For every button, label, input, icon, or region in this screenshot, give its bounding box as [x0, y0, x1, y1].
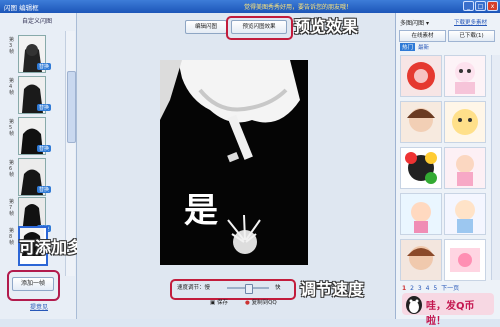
feedback-link[interactable]: 提意见: [30, 302, 48, 311]
replace-button[interactable]: 替换: [37, 186, 52, 193]
tab-preview[interactable]: 预览闪图效果: [231, 20, 287, 34]
material-grid: [400, 55, 494, 283]
speed-control: 速度调节：慢 快: [177, 283, 282, 294]
material-item[interactable]: [400, 101, 442, 143]
chevron-down-icon: ▾: [425, 20, 429, 27]
material-item[interactable]: [444, 239, 486, 281]
promo-banner[interactable]: 哇，发Q币啦！: [402, 293, 494, 327]
tab-online-label: 在线素材: [411, 33, 434, 39]
frame-thumb[interactable]: 第4帧 替换: [9, 76, 53, 114]
tab-preview-label: 预览闪图效果: [242, 24, 276, 30]
filter-new[interactable]: 最新: [418, 43, 429, 51]
material-scrollbar[interactable]: [491, 55, 500, 280]
material-item[interactable]: [400, 193, 442, 235]
next-page-link[interactable]: 下一页: [441, 285, 459, 292]
tab-edit-label: 编辑闪图: [194, 24, 217, 30]
promo-banner-text: 哇，发Q币啦！: [426, 301, 475, 327]
pager: 1 2 3 4 5 下一页: [402, 283, 461, 292]
copy-icon: ●: [245, 300, 250, 306]
material-item[interactable]: [444, 147, 486, 189]
callout-speed: 调节速度: [300, 280, 365, 299]
add-frame-label: 添加一帧: [20, 280, 45, 287]
material-item[interactable]: [400, 239, 442, 281]
frame-thumb[interactable]: 第5帧 替换: [9, 117, 53, 155]
filter-hot[interactable]: 热门: [400, 43, 416, 51]
category-dropdown[interactable]: 多图闪图 ▾: [400, 18, 429, 27]
save-label: 保存: [216, 300, 228, 306]
frame-panel-header: 自定义闪图: [22, 18, 53, 25]
page-1-link[interactable]: 1: [402, 285, 406, 292]
replace-button[interactable]: 替换: [37, 63, 52, 70]
window-controls: _ □ x: [463, 1, 498, 11]
minimize-button[interactable]: _: [463, 1, 474, 11]
speed-slider-knob[interactable]: [245, 284, 253, 294]
tab-online[interactable]: 在线素材: [399, 30, 446, 42]
copy-to-qq-button[interactable]: ● 复制到QQ: [245, 298, 277, 309]
tab-edit[interactable]: 编辑闪图: [185, 20, 227, 34]
frame-label: 第7帧: [9, 199, 15, 217]
close-button[interactable]: x: [487, 1, 498, 11]
material-item[interactable]: [444, 55, 486, 97]
title-bar: 闪图 编辑框 觉得美图秀秀好用，要告诉您的朋友哦！ _ □ x: [0, 0, 500, 13]
frame-thumb[interactable]: 第6帧 替换: [9, 158, 53, 196]
frame-thumb[interactable]: 第3帧 替换: [9, 35, 53, 73]
save-button[interactable]: ▣ 保存: [210, 298, 228, 309]
preview-canvas: 是: [160, 60, 308, 265]
material-item[interactable]: [400, 55, 442, 97]
frame-panel: 自定义闪图 第3帧 替换 第4帧 替换 第5帧 替换 第6帧 替换 第7帧 替换: [0, 13, 77, 319]
material-item[interactable]: [444, 101, 486, 143]
tab-downloaded[interactable]: 已下载(1): [448, 30, 495, 42]
frame-label: 第6帧: [9, 160, 15, 178]
page-3-link[interactable]: 3: [418, 285, 422, 292]
add-frame-button[interactable]: 添加一帧: [12, 277, 54, 291]
tab-downloaded-label: 已下载(1): [459, 33, 484, 39]
material-item[interactable]: [444, 193, 486, 235]
window-title: 闪图 编辑框: [4, 4, 39, 12]
page-2-link[interactable]: 2: [410, 285, 414, 292]
frame-label: 第8帧: [9, 228, 15, 246]
frame-label: 第3帧: [9, 37, 15, 55]
save-icon: ▣: [210, 300, 216, 306]
maximize-button[interactable]: □: [475, 1, 486, 11]
callout-preview: 预览效果: [294, 17, 359, 36]
replace-button[interactable]: 替换: [37, 145, 52, 152]
category-label: 多图闪图: [400, 20, 425, 27]
speed-label: 速度调节：慢: [177, 285, 211, 291]
replace-button[interactable]: 替换: [37, 104, 52, 111]
page-4-link[interactable]: 4: [426, 285, 430, 292]
material-panel: 多图闪图 ▾ 下载更多素材 在线素材 已下载(1) 热门 最新 1 2 3 4 …: [395, 13, 500, 327]
material-item[interactable]: [400, 147, 442, 189]
preview-image: [160, 60, 308, 265]
canvas-overlay-text: 是: [184, 191, 218, 231]
page-5-link[interactable]: 5: [433, 285, 437, 292]
scrollbar-thumb[interactable]: [67, 71, 76, 143]
penguin-icon: [406, 296, 422, 314]
download-more-link[interactable]: 下载更多素材: [454, 18, 487, 26]
marquee-text: 觉得美图秀秀好用，要告诉您的朋友哦！: [244, 4, 353, 11]
frame-label: 第4帧: [9, 78, 15, 96]
speed-fast-label: 快: [275, 285, 281, 291]
copy-to-qq-label: 复制到QQ: [251, 300, 277, 306]
frame-label: 第5帧: [9, 119, 15, 137]
